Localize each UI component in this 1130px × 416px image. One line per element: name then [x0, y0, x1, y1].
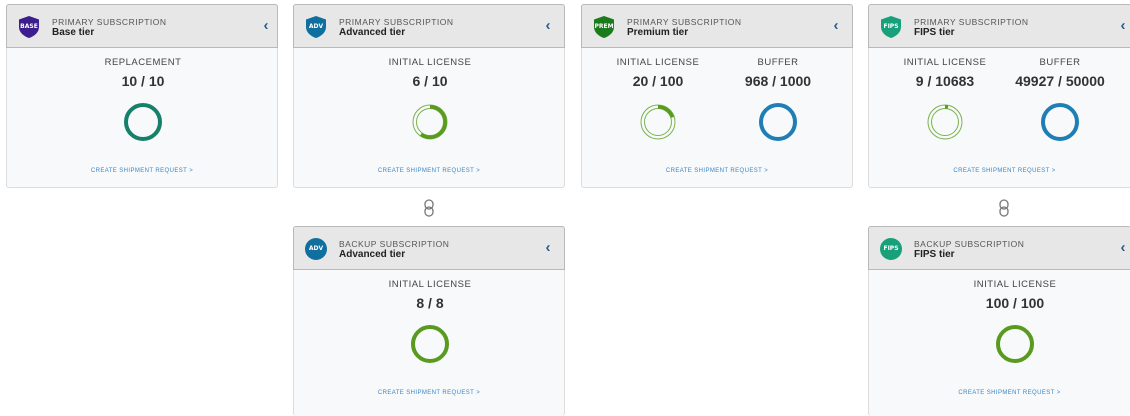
- subscription-card-backup-advanced: ADV BACKUP SUBSCRIPTION Advanced tier ‹ …: [293, 226, 565, 416]
- metric-initial-license: INITIAL LICENSE 9 / 10683: [885, 57, 1005, 89]
- metric-replacement: REPLACEMENT 10 / 10: [83, 57, 203, 89]
- tier-name: FIPS tier: [914, 249, 955, 260]
- metric-label: INITIAL LICENSE: [973, 279, 1057, 290]
- base-tier-badge-icon: BASE: [18, 15, 40, 39]
- collapse-chevron-icon[interactable]: ‹: [1115, 238, 1130, 258]
- metric-initial-license: INITIAL LICENSE 20 / 100: [598, 57, 718, 89]
- subscription-kind: PRIMARY SUBSCRIPTION: [914, 17, 1029, 27]
- metric-label: INITIAL LICENSE: [616, 57, 700, 68]
- advanced-tier-badge-icon: ADV: [305, 237, 327, 261]
- metric-label: INITIAL LICENSE: [388, 279, 472, 290]
- subscription-kind: PRIMARY SUBSCRIPTION: [339, 17, 454, 27]
- create-shipment-request-link[interactable]: CREATE SHIPMENT REQUEST >: [7, 168, 277, 174]
- metric-label: BUFFER: [757, 57, 799, 68]
- tier-name: FIPS tier: [914, 27, 955, 38]
- metric-value: 49927 / 50000: [1015, 73, 1105, 89]
- card-header[interactable]: ADV BACKUP SUBSCRIPTION Advanced tier ‹: [293, 226, 565, 270]
- metric-buffer: BUFFER 49927 / 50000: [1000, 57, 1120, 89]
- usage-ring-gauge: [924, 101, 966, 143]
- link-icon: [997, 199, 1011, 217]
- subscription-kind: BACKUP SUBSCRIPTION: [339, 239, 450, 249]
- link-icon: [422, 199, 436, 217]
- metric-value: 9 / 10683: [915, 73, 975, 89]
- subscription-card-primary-advanced: ADV PRIMARY SUBSCRIPTION Advanced tier ‹…: [293, 4, 565, 188]
- subscription-card-primary-fips: FIPS PRIMARY SUBSCRIPTION FIPS tier ‹ IN…: [868, 4, 1130, 188]
- tier-name: Premium tier: [627, 27, 689, 38]
- tier-name: Advanced tier: [339, 249, 406, 260]
- metric-value: 100 / 100: [985, 295, 1045, 311]
- metric-value: 20 / 100: [632, 73, 684, 89]
- usage-ring-gauge: [122, 101, 164, 143]
- metric-initial-license: INITIAL LICENSE 8 / 8: [370, 279, 490, 311]
- collapse-chevron-icon[interactable]: ‹: [540, 16, 556, 36]
- collapse-chevron-icon[interactable]: ‹: [258, 16, 274, 36]
- collapse-chevron-icon[interactable]: ‹: [1115, 16, 1130, 36]
- badge-label: ADV: [308, 23, 324, 30]
- badge-label: ADV: [308, 245, 324, 252]
- metric-initial-license: INITIAL LICENSE 100 / 100: [955, 279, 1075, 311]
- subscription-kind: PRIMARY SUBSCRIPTION: [627, 17, 742, 27]
- tier-name: Base tier: [52, 27, 95, 38]
- card-header[interactable]: FIPS PRIMARY SUBSCRIPTION FIPS tier ‹: [868, 4, 1130, 48]
- collapse-chevron-icon[interactable]: ‹: [540, 238, 556, 258]
- premium-tier-badge-icon: PREM: [593, 15, 615, 39]
- badge-label: FIPS: [883, 23, 899, 30]
- card-header[interactable]: PREM PRIMARY SUBSCRIPTION Premium tier ‹: [581, 4, 853, 48]
- fips-tier-badge-icon: FIPS: [880, 237, 902, 261]
- card-header[interactable]: ADV PRIMARY SUBSCRIPTION Advanced tier ‹: [293, 4, 565, 48]
- badge-label: FIPS: [883, 245, 899, 252]
- subscription-card-primary-premium: PREM PRIMARY SUBSCRIPTION Premium tier ‹…: [581, 4, 853, 188]
- subscription-kind: PRIMARY SUBSCRIPTION: [52, 17, 167, 27]
- metric-label: BUFFER: [1039, 57, 1081, 68]
- card-header[interactable]: BASE PRIMARY SUBSCRIPTION Base tier ‹: [6, 4, 278, 48]
- collapse-chevron-icon[interactable]: ‹: [828, 16, 844, 36]
- subscription-kind: BACKUP SUBSCRIPTION: [914, 239, 1025, 249]
- create-shipment-request-link[interactable]: CREATE SHIPMENT REQUEST >: [294, 390, 564, 396]
- metric-value: 968 / 1000: [744, 73, 812, 89]
- badge-label: PREM: [594, 23, 614, 30]
- usage-ring-gauge: [409, 323, 451, 365]
- usage-arc: [928, 105, 962, 139]
- create-shipment-request-link[interactable]: CREATE SHIPMENT REQUEST >: [582, 168, 852, 174]
- metric-value: 6 / 10: [412, 73, 448, 89]
- metric-label: REPLACEMENT: [104, 57, 182, 68]
- create-shipment-request-link[interactable]: CREATE SHIPMENT REQUEST >: [294, 168, 564, 174]
- card-header[interactable]: FIPS BACKUP SUBSCRIPTION FIPS tier ‹: [868, 226, 1130, 270]
- advanced-tier-badge-icon: ADV: [305, 15, 327, 39]
- metric-value: 8 / 8: [416, 295, 444, 311]
- tier-name: Advanced tier: [339, 27, 406, 38]
- usage-arc: [641, 105, 675, 139]
- subscription-card-backup-fips: FIPS BACKUP SUBSCRIPTION FIPS tier ‹ INI…: [868, 226, 1130, 416]
- fips-tier-badge-icon: FIPS: [880, 15, 902, 39]
- buffer-ring-gauge: [757, 101, 799, 143]
- usage-ring-gauge: [994, 323, 1036, 365]
- metric-label: INITIAL LICENSE: [388, 57, 472, 68]
- usage-ring-gauge: [637, 101, 679, 143]
- badge-label: BASE: [20, 23, 38, 30]
- usage-arc: [413, 105, 447, 139]
- usage-ring-gauge: [409, 101, 451, 143]
- create-shipment-request-link[interactable]: CREATE SHIPMENT REQUEST >: [889, 390, 1130, 396]
- metric-label: INITIAL LICENSE: [903, 57, 987, 68]
- buffer-ring-gauge: [1039, 101, 1081, 143]
- metric-value: 10 / 10: [121, 73, 165, 89]
- metric-initial-license: INITIAL LICENSE 6 / 10: [370, 57, 490, 89]
- create-shipment-request-link[interactable]: CREATE SHIPMENT REQUEST >: [869, 168, 1130, 174]
- metric-buffer: BUFFER 968 / 1000: [718, 57, 838, 89]
- subscription-card-primary-base: BASE PRIMARY SUBSCRIPTION Base tier ‹ RE…: [6, 4, 278, 188]
